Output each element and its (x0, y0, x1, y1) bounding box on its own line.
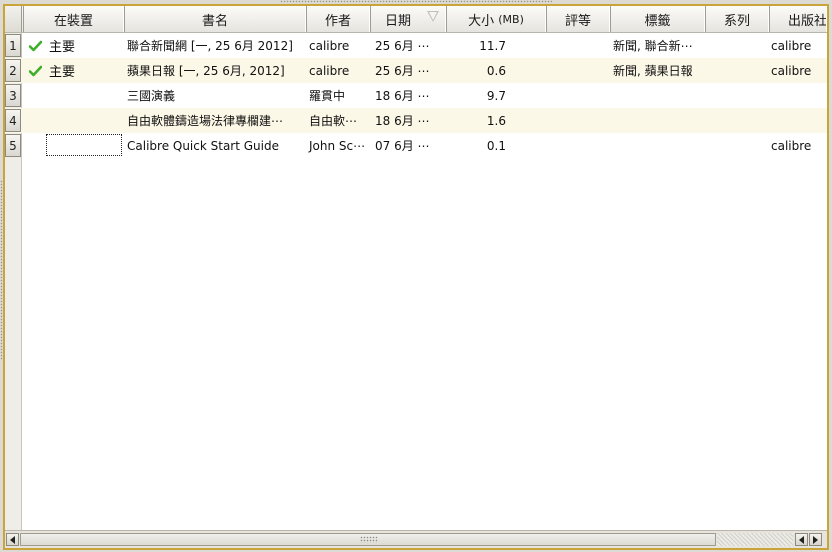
header-title-label: 書名 (201, 13, 228, 29)
cell-on-device[interactable] (24, 108, 124, 133)
row-number[interactable]: 4 (5, 109, 21, 132)
cell-title[interactable]: 三國演義 (124, 83, 306, 108)
row-number[interactable]: 1 (5, 34, 21, 57)
table-row[interactable]: 1 主要 聯合新聞網 [一, 25 6月 2012] calibre 25 6月… (5, 33, 827, 58)
header-tags[interactable]: 標籤 (610, 6, 705, 32)
cell-date[interactable]: 25 6月 ⋯ (370, 58, 446, 83)
cell-author[interactable]: calibre (306, 58, 370, 83)
header-author-label: 作者 (324, 13, 351, 29)
header-size[interactable]: 大小 (MB) (446, 6, 546, 32)
header-tags-label: 標籤 (644, 13, 671, 29)
table-row[interactable]: 3 三國演義 羅貫中 18 6月 ⋯ 9.7 (5, 83, 827, 108)
header-rating-label: 評等 (564, 13, 591, 29)
current-cell-focus (46, 134, 122, 156)
header-series[interactable]: 系列 (705, 6, 769, 32)
header-series-label: 系列 (723, 13, 750, 29)
cell-size[interactable]: 0.6 (446, 58, 546, 83)
cell-tags[interactable] (610, 108, 705, 133)
cell-series[interactable] (705, 58, 769, 83)
cell-tags[interactable]: 新聞, 蘋果日報 (610, 58, 705, 83)
cell-author[interactable]: 羅貫中 (306, 83, 370, 108)
cell-rating[interactable] (546, 83, 610, 108)
cell-title[interactable]: 聯合新聞網 [一, 25 6月 2012] (124, 33, 306, 58)
cell-rating[interactable] (546, 33, 610, 58)
cell-rating[interactable] (546, 133, 610, 158)
scrollbar-track[interactable] (717, 533, 793, 546)
cell-publisher[interactable]: calibre (769, 58, 827, 83)
header-publisher[interactable]: 出版社 (769, 6, 827, 32)
arrow-left-icon[interactable] (795, 533, 808, 546)
cell-rating[interactable] (546, 58, 610, 83)
checkmark-icon (29, 65, 42, 76)
cell-size[interactable]: 1.6 (446, 108, 546, 133)
header-publisher-label: 出版社 (788, 13, 827, 29)
cell-size[interactable]: 9.7 (446, 83, 546, 108)
cell-tags[interactable] (610, 83, 705, 108)
cell-on-device[interactable]: 主要 (24, 33, 124, 58)
header-date-label: 日期 (385, 13, 412, 29)
cell-author[interactable]: 自由軟⋯ (306, 108, 370, 133)
sort-descending-icon (427, 11, 439, 22)
row-number[interactable]: 5 (5, 134, 21, 157)
table-row[interactable]: 2 主要 蘋果日報 [一, 25 6月, 2012] calibre 25 6月… (5, 58, 827, 83)
cell-tags[interactable]: 新聞, 聯合新⋯ (610, 33, 705, 58)
library-window: 在裝置 書名 作者 日期 大小 (MB) 評等 標籤 系列 出版社 1 主要 聯… (0, 0, 832, 552)
arrow-left-icon[interactable] (6, 533, 19, 546)
cell-date[interactable]: 18 6月 ⋯ (370, 108, 446, 133)
grip-icon (360, 536, 378, 543)
cell-author[interactable]: calibre (306, 33, 370, 58)
header-on-device-label: 在裝置 (53, 13, 93, 29)
book-list-table[interactable]: 在裝置 書名 作者 日期 大小 (MB) 評等 標籤 系列 出版社 1 主要 聯… (5, 6, 827, 530)
cell-date[interactable]: 18 6月 ⋯ (370, 83, 446, 108)
cell-publisher[interactable] (769, 83, 827, 108)
header-rating[interactable]: 評等 (546, 6, 610, 32)
cell-tags[interactable] (610, 133, 705, 158)
header-date[interactable]: 日期 (370, 6, 446, 32)
row-number[interactable]: 3 (5, 84, 21, 107)
arrow-right-icon[interactable] (809, 533, 822, 546)
cell-author[interactable]: John Sc⋯ (306, 133, 370, 158)
cell-rating[interactable] (546, 108, 610, 133)
on-device-label: 主要 (49, 40, 76, 55)
book-list-frame: 在裝置 書名 作者 日期 大小 (MB) 評等 標籤 系列 出版社 1 主要 聯… (3, 4, 829, 550)
cell-title[interactable]: 蘋果日報 [一, 25 6月, 2012] (124, 58, 306, 83)
table-row[interactable]: 5 Calibre Quick Start Guide John Sc⋯ 07 … (5, 133, 827, 158)
cell-series[interactable] (705, 33, 769, 58)
cell-size[interactable]: 11.7 (446, 33, 546, 58)
cell-title[interactable]: 自由軟體鑄造場法律專欄建⋯ (124, 108, 306, 133)
horizontal-scrollbar[interactable] (5, 530, 827, 548)
cell-on-device[interactable] (24, 83, 124, 108)
checkmark-icon (29, 40, 42, 51)
header-author[interactable]: 作者 (306, 6, 370, 32)
scrollbar-thumb[interactable] (20, 533, 716, 546)
cell-date[interactable]: 07 6月 ⋯ (370, 133, 446, 158)
cell-publisher[interactable] (769, 108, 827, 133)
splitter-grip-top[interactable] (280, 0, 552, 3)
header-size-unit: (MB) (498, 12, 524, 26)
column-header-bar: 在裝置 書名 作者 日期 大小 (MB) 評等 標籤 系列 出版社 (5, 6, 827, 33)
header-on-device[interactable]: 在裝置 (23, 6, 124, 32)
cell-publisher[interactable]: calibre (769, 133, 827, 158)
cell-series[interactable] (705, 83, 769, 108)
header-size-label: 大小 (468, 13, 495, 29)
row-number[interactable]: 2 (5, 59, 21, 82)
table-row[interactable]: 4 自由軟體鑄造場法律專欄建⋯ 自由軟⋯ 18 6月 ⋯ 1.6 (5, 108, 827, 133)
cell-series[interactable] (705, 108, 769, 133)
cell-title[interactable]: Calibre Quick Start Guide (124, 133, 306, 158)
cell-on-device[interactable]: 主要 (24, 58, 124, 83)
cell-date[interactable]: 25 6月 ⋯ (370, 33, 446, 58)
on-device-label: 主要 (49, 65, 76, 80)
cell-publisher[interactable]: calibre (769, 33, 827, 58)
header-corner[interactable] (5, 6, 22, 32)
cell-size[interactable]: 0.1 (446, 133, 546, 158)
header-title[interactable]: 書名 (124, 6, 306, 32)
cell-series[interactable] (705, 133, 769, 158)
